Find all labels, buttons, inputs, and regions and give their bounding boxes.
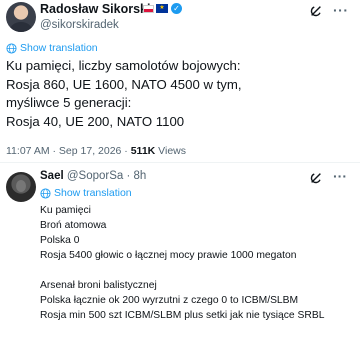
avatar[interactable]	[6, 2, 36, 32]
reply-header: Sael @SoporSa · 8h	[40, 170, 146, 182]
reply-text-line: Polska łącznie ok 200 wyrzutni z czego 0…	[40, 295, 299, 306]
divider	[0, 162, 360, 163]
eu-flag-icon: ★	[156, 4, 168, 13]
reply-text-line: Arsenał broni balistycznej	[40, 280, 157, 291]
show-translation-link[interactable]: Show translation	[40, 187, 132, 199]
reply-text-line: Ku pamięci	[40, 205, 91, 216]
tweet-text-line: Ku pamięci, liczby samolotów bojowych:	[6, 58, 241, 73]
show-translation-link[interactable]: Show translation	[6, 42, 98, 54]
author-name[interactable]: Radosław Sikorski	[40, 2, 150, 16]
reply-time[interactable]: · 8h	[127, 170, 147, 182]
globe-icon	[6, 42, 17, 54]
verified-badge-icon: ✓	[171, 3, 182, 14]
reply-author-handle[interactable]: @SoporSa	[67, 170, 123, 182]
views-count: 511K	[130, 145, 156, 157]
globe-icon	[40, 187, 51, 199]
reply-author-name[interactable]: Sael	[40, 170, 64, 182]
reply-text-gap	[40, 263, 358, 278]
tweet-text-line: myśliwce 5 generacji:	[6, 95, 132, 110]
reply-text-line: Polska 0	[40, 235, 80, 246]
reply-text-line: Rosja min 500 szt ICBM/SLBM plus setki j…	[40, 310, 325, 321]
reply-text: Ku pamięci Broń atomowa Polska 0 Rosja 5…	[40, 203, 358, 323]
views-label: Views	[155, 145, 186, 157]
grok-icon[interactable]	[309, 4, 323, 18]
tweet-text-line: Rosja 860, UE 1600, NATO 4500 w tym,	[6, 76, 242, 92]
tweet-meta: 11:07 AM · Sep 17, 2026 · 511K Views	[6, 145, 186, 157]
show-translation-label: Show translation	[54, 187, 132, 199]
reply-text-line: Rosja 5400 głowic o łącznej mocy prawie …	[40, 250, 297, 261]
more-icon[interactable]: ···	[333, 168, 347, 184]
tweet-timestamp[interactable]: 11:07 AM · Sep 17, 2026 ·	[6, 145, 131, 157]
poland-flag-icon	[143, 5, 154, 13]
grok-icon[interactable]	[309, 171, 323, 185]
more-icon[interactable]: ···	[333, 2, 349, 18]
tweet-text-line: Rosja 40, UE 200, NATO 1100	[6, 113, 185, 129]
author-handle[interactable]: @sikorskiradek	[40, 19, 119, 31]
show-translation-label: Show translation	[20, 42, 98, 54]
tweet-text: Ku pamięci, liczby samolotów bojowych: R…	[6, 57, 356, 131]
avatar[interactable]	[6, 172, 36, 202]
reply-text-line: Broń atomowa	[40, 220, 107, 231]
